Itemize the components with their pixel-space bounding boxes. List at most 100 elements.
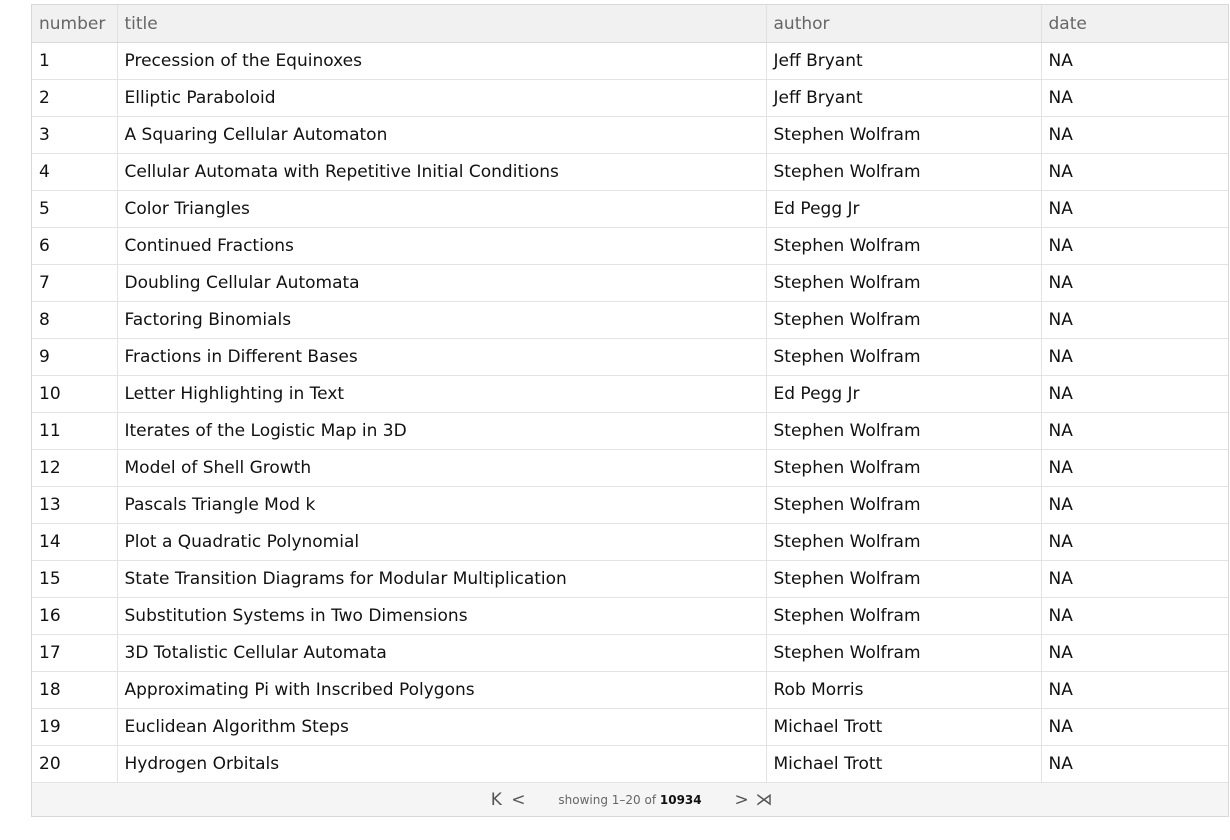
cell-author: Stephen Wolfram	[766, 301, 1042, 339]
cell-title: Fractions in Different Bases	[117, 338, 767, 376]
cell-author: Stephen Wolfram	[766, 264, 1042, 302]
data-table: number title author date 1 Precession of …	[32, 5, 1228, 783]
cell-date: NA	[1041, 597, 1228, 635]
table-row[interactable]: 13 Pascals Triangle Mod k Stephen Wolfram N…	[32, 486, 1228, 524]
cell-date: NA	[1041, 486, 1228, 524]
cell-number: 5	[32, 190, 118, 228]
column-header-number[interactable]: number	[32, 5, 118, 43]
cell-date: NA	[1041, 745, 1228, 783]
cell-title: Approximating Pi with Inscribed Polygons	[117, 671, 767, 709]
pagination-range-text: showing 1–20 of	[558, 792, 657, 807]
pagination-total: 10934	[659, 792, 702, 807]
prev-page-icon[interactable]: <	[510, 790, 526, 810]
cell-number: 19	[32, 708, 118, 746]
cell-title: Substitution Systems in Two Dimensions	[117, 597, 767, 635]
table-row[interactable]: 14 Plot a Quadratic Polynomial Stephen Wol…	[32, 523, 1228, 561]
next-page-icon[interactable]: >	[734, 790, 750, 810]
cell-date: NA	[1041, 671, 1228, 709]
cell-date: NA	[1041, 116, 1228, 154]
column-header-title[interactable]: title	[117, 5, 767, 43]
cell-title: Hydrogen Orbitals	[117, 745, 767, 783]
cell-number: 4	[32, 153, 118, 191]
table-row[interactable]: 5 Color Triangles Ed Pegg Jr NA	[32, 190, 1228, 228]
cell-title: Factoring Binomials	[117, 301, 767, 339]
table-row[interactable]: 6 Continued Fractions Stephen Wolfram NA	[32, 227, 1228, 265]
pagination-bar: K < showing 1–20 of 10934 > ⋊	[32, 783, 1228, 816]
cell-author: Stephen Wolfram	[766, 560, 1042, 598]
cell-date: NA	[1041, 375, 1228, 413]
table-row[interactable]: 9 Fractions in Different Bases Stephen Wol…	[32, 338, 1228, 376]
cell-title: Cellular Automata with Repetitive Initia…	[117, 153, 767, 191]
table-row[interactable]: 11 Iterates of the Logistic Map in 3D Step…	[32, 412, 1228, 450]
cell-date: NA	[1041, 708, 1228, 746]
cell-title: Precession of the Equinoxes	[117, 42, 767, 80]
cell-date: NA	[1041, 634, 1228, 672]
table-row[interactable]: 20 Hydrogen Orbitals Michael Trott NA	[32, 745, 1228, 783]
table-row[interactable]: 12 Model of Shell Growth Stephen Wolfram NA	[32, 449, 1228, 487]
cell-number: 7	[32, 264, 118, 302]
table-row[interactable]: 16 Substitution Systems in Two Dimensions…	[32, 597, 1228, 635]
data-table-container: number title author date 1 Precession of …	[31, 4, 1229, 817]
cell-date: NA	[1041, 227, 1228, 265]
table-header: number title author date	[32, 5, 1228, 43]
cell-author: Stephen Wolfram	[766, 486, 1042, 524]
cell-author: Stephen Wolfram	[766, 634, 1042, 672]
table-row[interactable]: 4 Cellular Automata with Repetitive Initi…	[32, 153, 1228, 191]
table-row[interactable]: 2 Elliptic Paraboloid Jeff Bryant NA	[32, 79, 1228, 117]
cell-title: Elliptic Paraboloid	[117, 79, 767, 117]
cell-number: 15	[32, 560, 118, 598]
table-row[interactable]: 15 State Transition Diagrams for Modular …	[32, 560, 1228, 598]
table-row[interactable]: 3A Squaring Cellular Automaton Stephen Wo…	[32, 116, 1228, 154]
cell-number: 12	[32, 449, 118, 487]
cell-number: 13	[32, 486, 118, 524]
cell-number: 18	[32, 671, 118, 709]
cell-title: A Squaring Cellular Automaton	[117, 116, 767, 154]
cell-date: NA	[1041, 449, 1228, 487]
cell-date: NA	[1041, 153, 1228, 191]
cell-title: State Transition Diagrams for Modular Mu…	[117, 560, 767, 598]
cell-title: 3D Totalistic Cellular Automata	[117, 634, 767, 672]
cell-author: Michael Trott	[766, 708, 1042, 746]
table-row[interactable]: 8 Factoring Binomials Stephen Wolfram NA	[32, 301, 1228, 339]
header-row: number title author date	[32, 5, 1228, 43]
cell-number: 11	[32, 412, 118, 450]
cell-title: Iterates of the Logistic Map in 3D	[117, 412, 767, 450]
cell-number: 1	[32, 42, 118, 80]
cell-author: Stephen Wolfram	[766, 227, 1042, 265]
cell-number: 16	[32, 597, 118, 635]
cell-author: Jeff Bryant	[766, 79, 1042, 117]
cell-author: Stephen Wolfram	[766, 449, 1042, 487]
cell-author: Ed Pegg Jr	[766, 375, 1042, 413]
cell-author: Stephen Wolfram	[766, 116, 1042, 154]
table-row[interactable]: 18 Approximating Pi with Inscribed Polygo…	[32, 671, 1228, 709]
cell-title: Model of Shell Growth	[117, 449, 767, 487]
cell-author: Stephen Wolfram	[766, 338, 1042, 376]
cell-title: Continued Fractions	[117, 227, 767, 265]
cell-date: NA	[1041, 264, 1228, 302]
cell-date: NA	[1041, 412, 1228, 450]
cell-author: Michael Trott	[766, 745, 1042, 783]
cell-title: Letter Highlighting in Text	[117, 375, 767, 413]
cell-title: Plot a Quadratic Polynomial	[117, 523, 767, 561]
pagination-status: showing 1–20 of 10934	[558, 793, 701, 807]
cell-title: Euclidean Algorithm Steps	[117, 708, 767, 746]
cell-number: 3	[32, 116, 118, 154]
column-header-date[interactable]: date	[1041, 5, 1228, 43]
last-page-icon[interactable]: ⋊	[756, 790, 773, 810]
cell-number: 20	[32, 745, 118, 783]
table-row[interactable]: 7 Doubling Cellular Automata Stephen Wolfr…	[32, 264, 1228, 302]
table-row[interactable]: 17 3D Totalistic Cellular Automata Stephen…	[32, 634, 1228, 672]
cell-date: NA	[1041, 338, 1228, 376]
cell-date: NA	[1041, 523, 1228, 561]
table-row[interactable]: 1 Precession of the Equinoxes Jeff Bryant N…	[32, 42, 1228, 80]
first-page-icon[interactable]: K	[488, 790, 504, 810]
cell-number: 10	[32, 375, 118, 413]
cell-number: 8	[32, 301, 118, 339]
cell-author: Ed Pegg Jr	[766, 190, 1042, 228]
table-row[interactable]: 10 Letter Highlighting in Text Ed Pegg Jr N…	[32, 375, 1228, 413]
column-header-author[interactable]: author	[766, 5, 1042, 43]
cell-author: Stephen Wolfram	[766, 523, 1042, 561]
cell-date: NA	[1041, 79, 1228, 117]
table-row[interactable]: 19 Euclidean Algorithm Steps Michael Trott…	[32, 708, 1228, 746]
cell-number: 14	[32, 523, 118, 561]
